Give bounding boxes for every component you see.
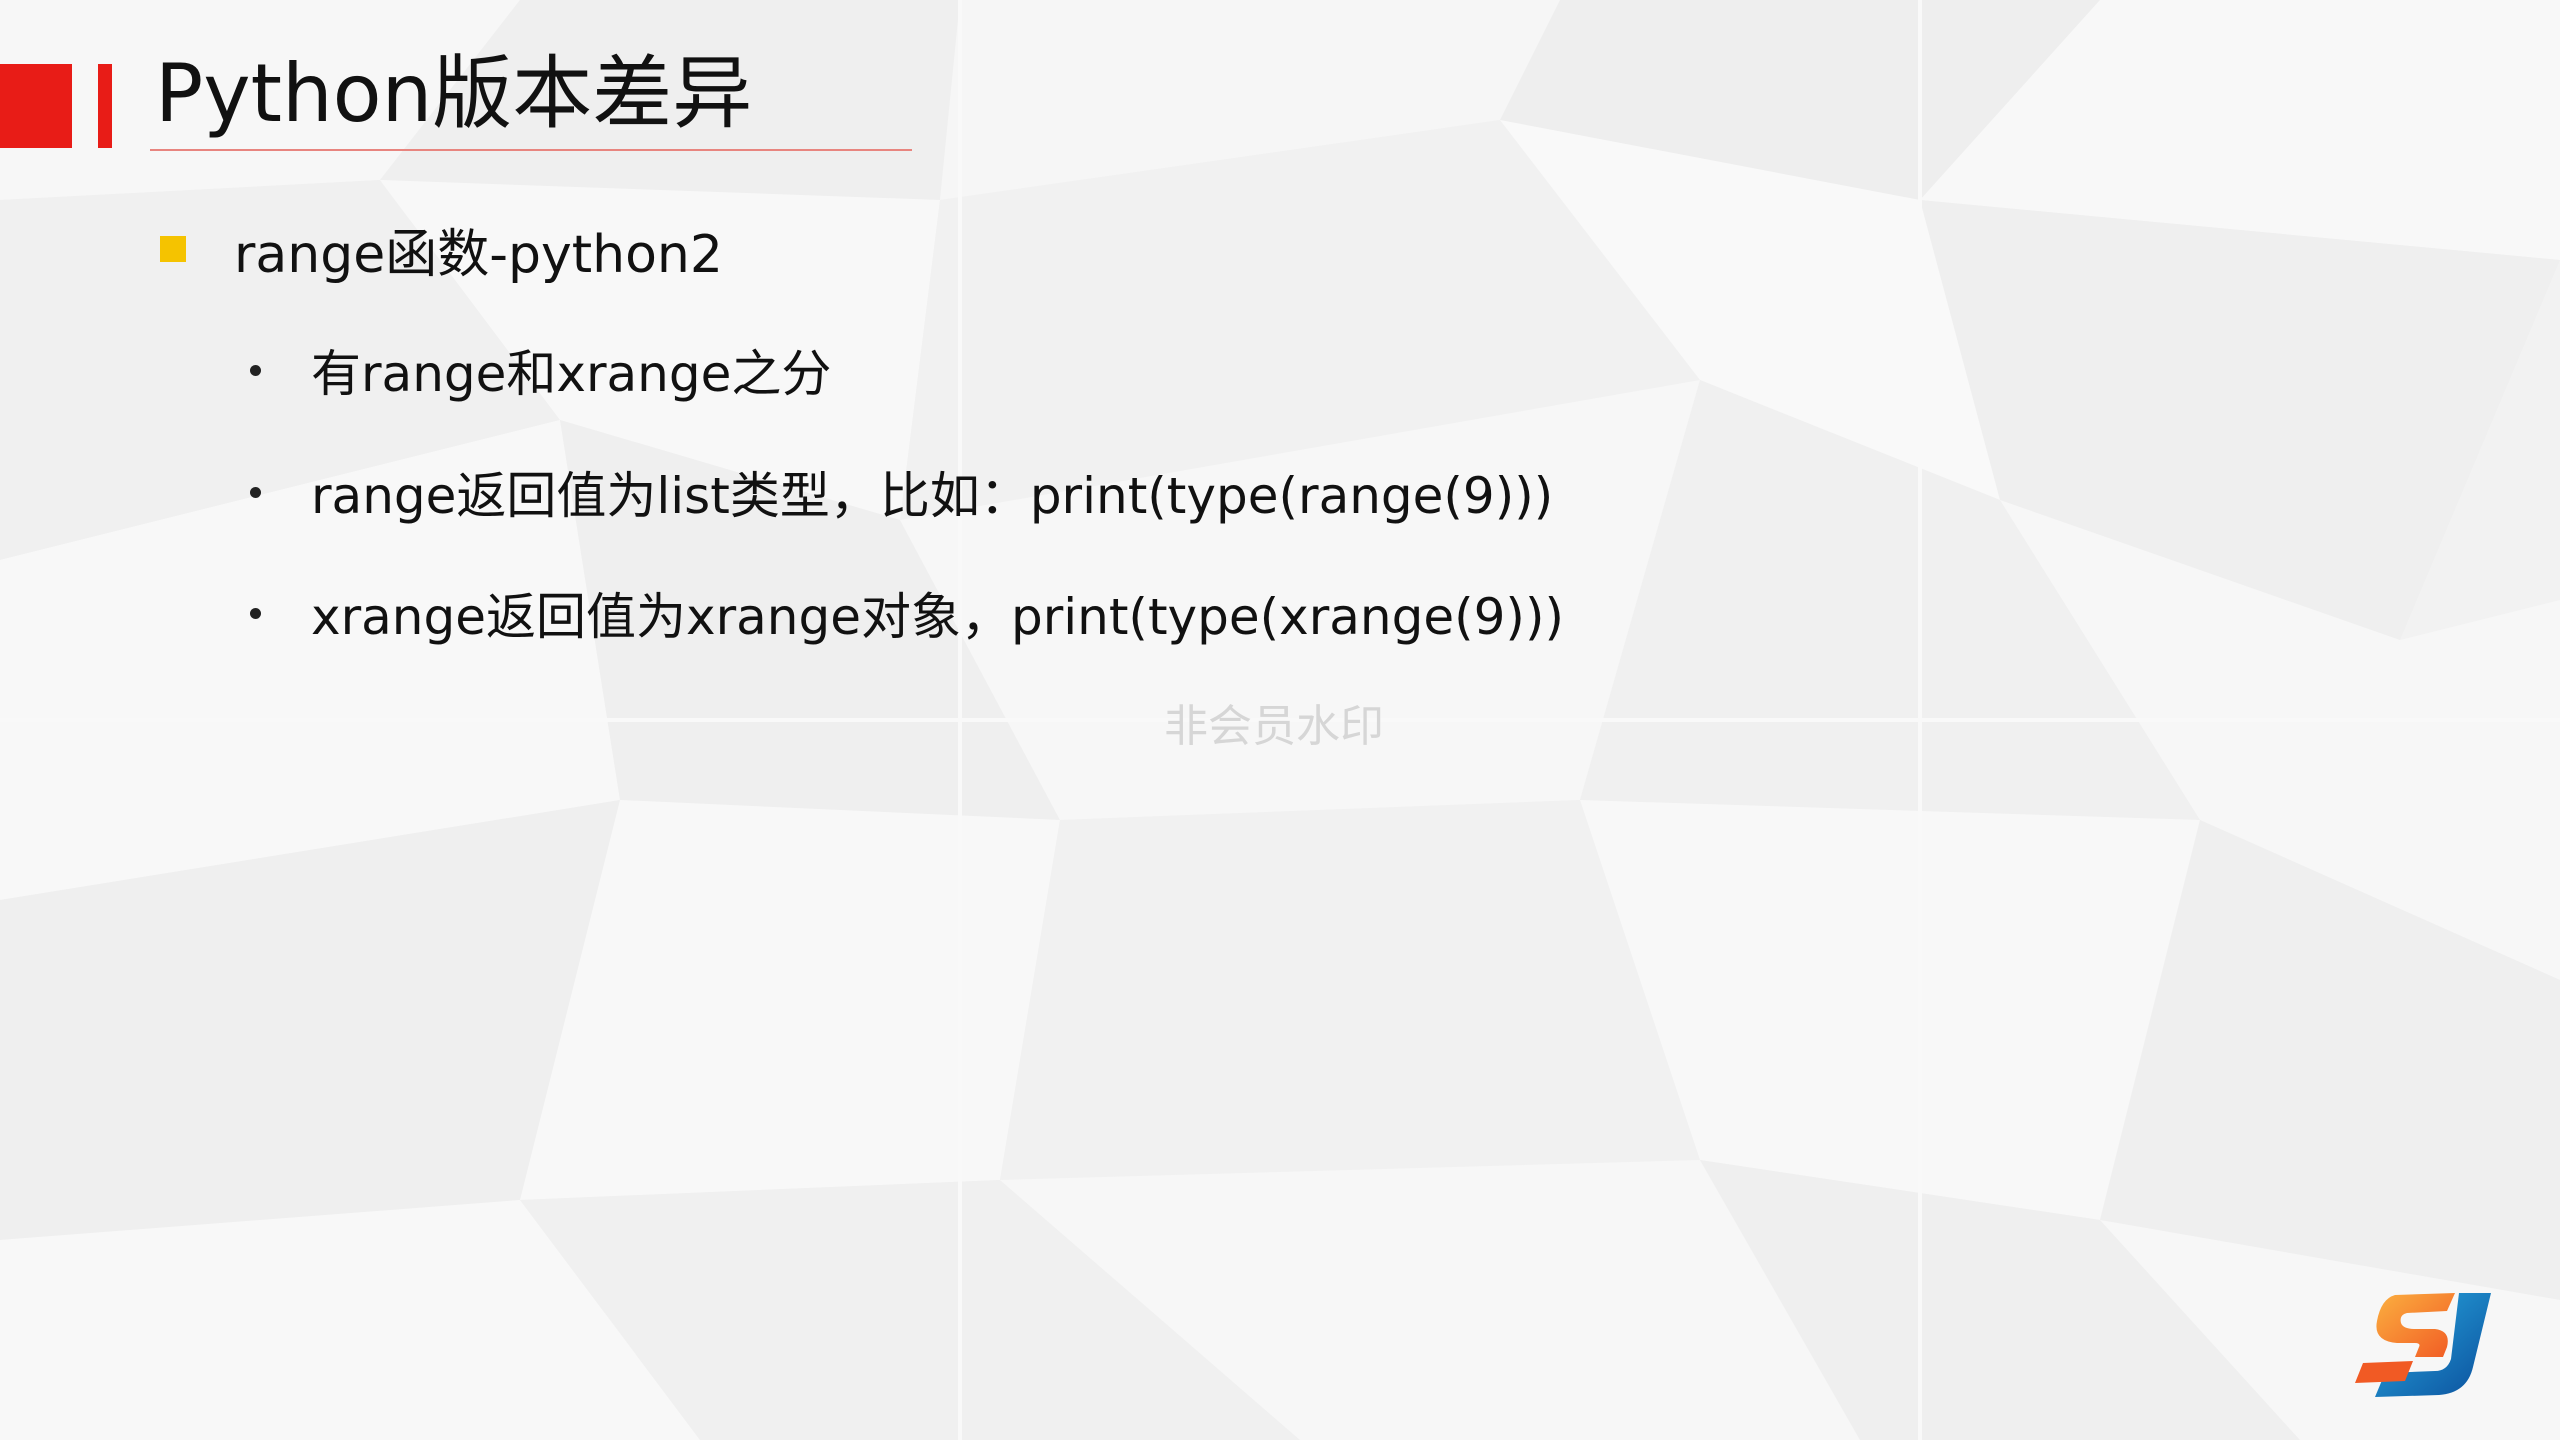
- dot-bullet-icon: [250, 364, 261, 376]
- sub-bullet-text: 有range和xrange之分: [311, 345, 832, 403]
- bullet-range-function: range函数-python2: [160, 214, 723, 285]
- sub-bullet-range-xrange: 有range和xrange之分: [250, 335, 831, 405]
- title-accent-bar: [98, 64, 112, 148]
- sub-bullet-text: xrange返回值为xrange对象，print(type(xrange(9))…: [311, 588, 1564, 646]
- sj-logo-icon: [2355, 1293, 2491, 1397]
- bullet-text: range函数-python2: [234, 224, 723, 285]
- sub-bullet-xrange-object: xrange返回值为xrange对象，print(type(xrange(9))…: [250, 578, 1564, 648]
- title-underline: [150, 149, 912, 151]
- square-bullet-icon: [160, 236, 186, 262]
- sub-bullet-text: range返回值为list类型，比如：print(type(range(9))): [311, 467, 1554, 525]
- dot-bullet-icon: [250, 486, 261, 498]
- sub-bullet-range-list: range返回值为list类型，比如：print(type(range(9))): [250, 457, 1553, 527]
- dot-bullet-icon: [250, 607, 261, 619]
- title-accent-block: [0, 64, 72, 148]
- slide-title: Python版本差异: [155, 47, 753, 140]
- watermark: 非会员水印: [1164, 701, 1384, 752]
